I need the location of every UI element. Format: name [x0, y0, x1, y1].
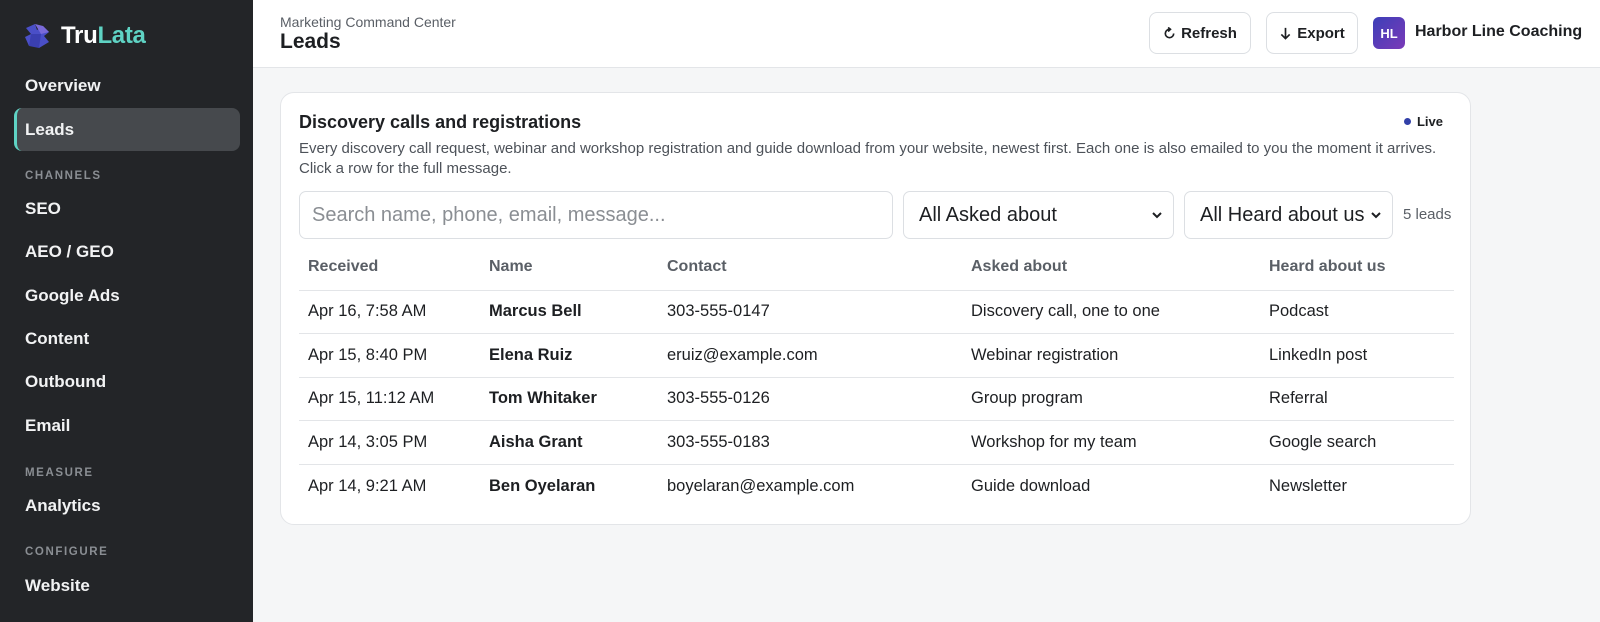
export-button[interactable]: Export — [1266, 12, 1358, 54]
sidebar-item-google-ads[interactable]: Google Ads — [14, 274, 240, 317]
cell-heard-about: Referral — [1260, 377, 1454, 421]
cell-asked-about: Webinar registration — [962, 333, 1260, 378]
cell-received: Apr 16, 7:58 AM — [299, 290, 480, 334]
sidebar-item-leads[interactable]: Leads — [14, 108, 240, 151]
sidebar-item-overview[interactable]: Overview — [14, 64, 240, 107]
column-header-heard-about[interactable]: Heard about us — [1260, 245, 1454, 291]
cell-asked-about: Workshop for my team — [962, 420, 1260, 465]
cell-contact: 303-555-0126 — [658, 377, 962, 421]
cell-heard-about: Google search — [1260, 420, 1454, 465]
brand-name: TruLata — [61, 22, 146, 49]
column-header-asked-about[interactable]: Asked about — [962, 245, 1260, 291]
cell-asked-about: Guide download — [971, 476, 1091, 495]
sidebar-item-outbound[interactable]: Outbound — [14, 360, 240, 403]
cell-contact: 303-555-0147 — [658, 290, 962, 334]
cell-contact: eruiz@example.com — [658, 333, 962, 378]
org-avatar[interactable]: HL — [1373, 17, 1405, 49]
card-title: Discovery calls and registrations — [299, 112, 582, 132]
cell-heard-about: LinkedIn post — [1260, 333, 1454, 378]
chevron-down-icon — [1371, 212, 1381, 219]
sidebar-item-aeo-geo[interactable]: AEO / GEO — [14, 230, 240, 273]
search-input[interactable] — [299, 191, 893, 239]
nav-section-configure: CONFIGURE — [25, 546, 109, 558]
cell-name: Marcus Bell — [480, 290, 658, 334]
lead-count: 5 leads — [1403, 206, 1452, 223]
sidebar-item-analytics[interactable]: Analytics — [14, 484, 240, 527]
column-header-contact[interactable]: Contact — [658, 245, 962, 291]
cell-name: Ben Oyelaran — [489, 476, 596, 495]
table-row[interactable]: Apr 14, 3:05 PM Aisha Grant 303-555-0183… — [299, 420, 1454, 465]
cell-received: Apr 14, 3:05 PM — [299, 420, 480, 465]
column-header-received[interactable]: Received — [299, 245, 480, 291]
sidebar-item-email[interactable]: Email — [14, 404, 240, 447]
cell-name: Elena Ruiz — [480, 333, 658, 378]
brand-logo[interactable]: TruLata — [23, 22, 146, 50]
table-row[interactable]: Apr 16, 7:58 AM Marcus Bell 303-555-0147… — [299, 290, 1454, 334]
refresh-button[interactable]: Refresh — [1149, 12, 1251, 54]
breadcrumb: Marketing Command Center — [280, 14, 456, 30]
arrow-down-icon — [1280, 27, 1291, 40]
puzzle-logo-icon — [25, 24, 49, 48]
cell-asked-about: Group program — [962, 377, 1260, 421]
table-row[interactable]: Apr 15, 11:12 AM Tom Whitaker 303-555-01… — [299, 377, 1454, 421]
refresh-icon — [1164, 26, 1175, 38]
asked-about-filter[interactable]: All Asked about — [903, 191, 1174, 239]
table-header-row: Received Name Contact Asked about Heard … — [299, 245, 1454, 291]
leads-table: Received Name Contact Asked about Heard … — [299, 245, 1454, 508]
sidebar-item-website[interactable]: Website — [14, 564, 240, 607]
sidebar-item-content[interactable]: Content — [14, 317, 240, 360]
cell-name: Aisha Grant — [480, 420, 658, 465]
cell-contact: 303-555-0183 — [658, 420, 962, 465]
sidebar-item-seo[interactable]: SEO — [14, 187, 240, 230]
table-row[interactable]: Apr 14, 9:21 AM Ben Oyelaran boyelaran@e… — [299, 464, 1454, 508]
cell-heard-about: Podcast — [1260, 290, 1454, 334]
cell-contact: boyelaran@example.com — [667, 476, 855, 495]
org-name[interactable]: Harbor Line Coaching — [1415, 23, 1582, 41]
cell-received: Apr 15, 11:12 AM — [299, 377, 480, 421]
page-title: Leads — [280, 30, 341, 53]
column-header-name[interactable]: Name — [480, 245, 658, 291]
table-row[interactable]: Apr 15, 8:40 PM Elena Ruiz eruiz@example… — [299, 333, 1454, 378]
cell-asked-about: Discovery call, one to one — [962, 290, 1260, 334]
cell-heard-about: Newsletter — [1269, 476, 1347, 495]
cell-received: Apr 15, 8:40 PM — [299, 333, 480, 378]
heard-about-filter[interactable]: All Heard about us — [1184, 191, 1393, 239]
cell-name: Tom Whitaker — [480, 377, 658, 421]
cell-received: Apr 14, 9:21 AM — [308, 476, 427, 495]
sidebar: TruLata Overview Leads CHANNELS SEO AEO … — [0, 0, 253, 622]
live-dot-icon — [1403, 118, 1411, 125]
chevron-down-icon — [1152, 212, 1162, 219]
leads-card: Discovery calls and registrations Live E… — [280, 92, 1471, 525]
card-description: Every discovery call request, webinar an… — [299, 140, 1437, 177]
live-status-badge: Live — [1403, 114, 1443, 129]
nav-section-measure: MEASURE — [25, 467, 94, 479]
nav-section-channels: CHANNELS — [25, 170, 102, 182]
